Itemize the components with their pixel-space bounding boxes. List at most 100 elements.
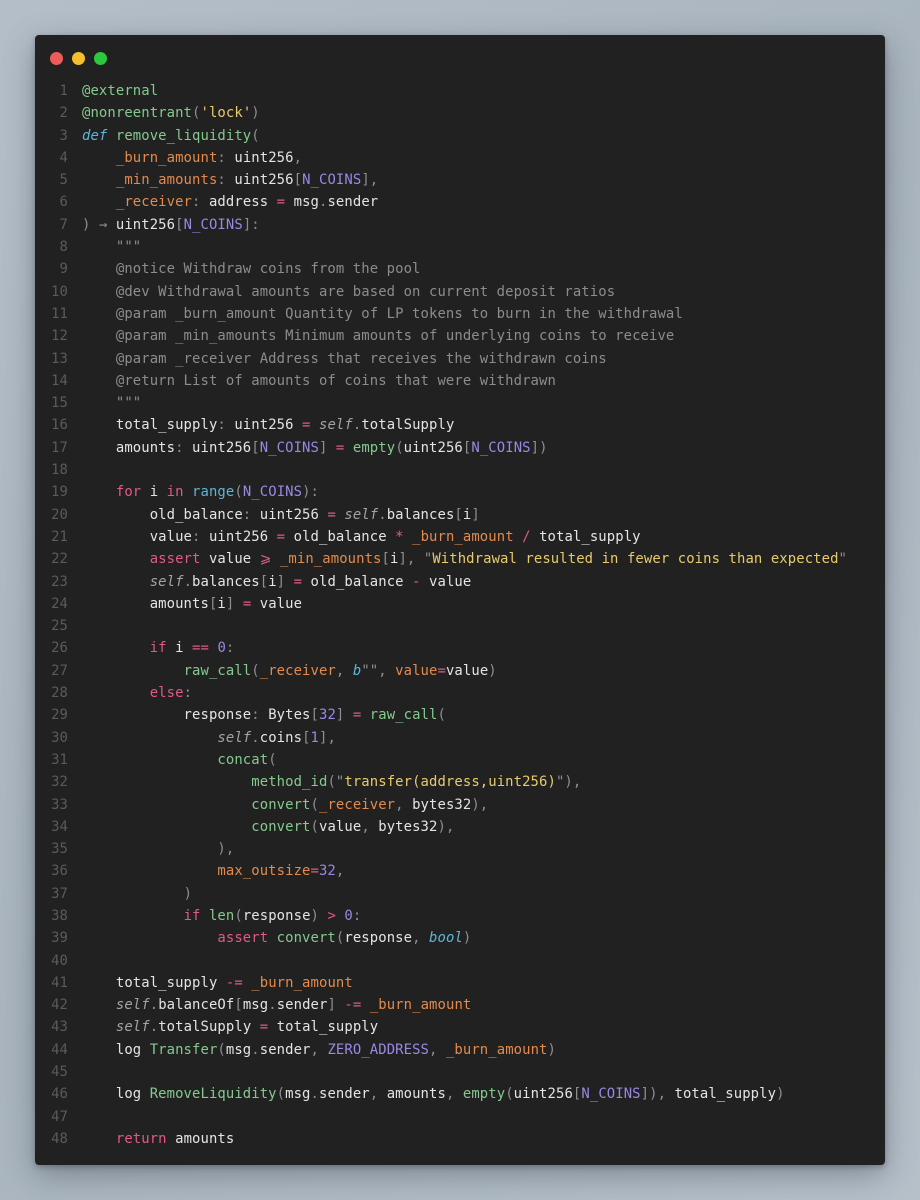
line-text: old_balance: uint256 = self.balances[i] [68,504,480,526]
code-token-punc: ) [183,885,193,902]
code-token-const: ZERO_ADDRESS [327,1041,430,1058]
code-token-plain: uint256 [225,417,303,434]
line-text: ) → uint256[N_COINS]: [68,214,260,236]
code-line: 13 @param _receiver Address that receive… [35,348,885,370]
code-token-punc: ( [505,1086,514,1103]
code-token-fn: len [208,907,235,924]
code-token-plain: sender [259,1041,311,1058]
code-line: 41 total_supply -= _burn_amount [35,972,885,994]
code-token-fn: raw_call [369,707,438,724]
code-line: 1 @external [35,80,885,102]
code-token-punc: ( [251,127,260,144]
code-token-punc: : [242,506,252,523]
code-token-kw: if [183,907,201,924]
line-number: 2 [59,105,68,122]
line-number: 31 [51,751,68,768]
line-text: total_supply -= _burn_amount [68,972,353,994]
line-number: 23 [51,573,68,590]
line-number: 3 [59,127,68,144]
line-text: self.coins[1], [68,727,336,749]
code-token-def_plain: range [192,484,235,501]
code-token-op: = [276,194,286,211]
line-number: 9 [59,261,68,278]
line-number: 32 [51,774,68,791]
line-text: @dev Withdrawal amounts are based on cur… [68,281,615,303]
code-token-punc: : [217,417,226,434]
code-token-const: N_COINS [581,1086,641,1103]
code-token-const: N_COINS [242,484,303,501]
code-token-punc: . [183,573,193,590]
code-token-punc: , [369,1086,379,1103]
code-token-punc: [ [251,439,260,456]
code-token-plain: i [268,573,277,590]
line-number: 19 [51,484,68,501]
line-number: 39 [51,930,68,947]
line-number: 8 [59,239,68,256]
code-token-def: def [82,127,108,144]
code-token-plain: total_supply [82,974,226,991]
code-token-punc: : [225,640,235,657]
code-line: 32 method_id("transfer(address,uint256)"… [35,771,885,793]
maximize-button[interactable] [94,52,107,65]
code-token-plain: uint256 [403,439,463,456]
code-token-plain: i [217,595,226,612]
line-number: 47 [51,1108,68,1125]
code-token-self: self [217,729,252,746]
code-token-kw: assert [149,551,201,568]
code-line: 47 [35,1106,885,1128]
code-token-punc: [ [310,707,319,724]
line-number: 29 [51,707,68,724]
code-token-punc: : [217,172,226,189]
close-button[interactable] [50,52,63,65]
code-token-punc: : [192,194,201,211]
code-token-punc: : [217,149,226,166]
line-number: 33 [51,796,68,813]
code-token-fn: Transfer [149,1041,218,1058]
code-token-param: _min_amounts [279,551,382,568]
code-token-punc: "), [555,774,582,791]
line-text: @notice Withdraw coins from the pool [68,258,421,280]
code-token-punc: ]) [530,439,548,456]
line-text: concat( [68,749,277,771]
code-token-op: = [437,662,446,679]
code-token-str: transfer(address,uint256) [344,774,556,791]
code-line: 36 max_outsize=32, [35,860,885,882]
line-text: @param _burn_amount Quantity of LP token… [68,303,683,325]
line-number: 17 [51,439,68,456]
code-window: 1 @external 2 @nonreentrant('lock') 3 def rem… [35,35,885,1165]
code-token-com: @return List of amounts of coins that we… [82,372,556,389]
line-number: 20 [51,506,68,523]
minimize-button[interactable] [72,52,85,65]
code-token-param: _receiver [259,662,336,679]
line-text: @nonreentrant('lock') [68,102,260,124]
code-line: 40 [35,950,885,972]
line-number: 11 [51,305,68,322]
line-text: assert value ⩾ _min_amounts[i], "Withdra… [68,548,847,570]
code-token-punc: , [310,1041,319,1058]
code-line: 3 def remove_liquidity( [35,125,885,147]
line-text [68,615,82,637]
line-number: 13 [51,350,68,367]
code-token-punc: [ [259,573,269,590]
code-token-op: ⩾ [259,551,272,568]
code-line: 37 ) [35,883,885,905]
code-token-plain: msg [242,997,269,1014]
line-text: self.balances[i] = old_balance - value [68,571,472,593]
code-token-str: Withdrawal resulted in fewer coins than … [432,551,839,568]
code-token-fn: RemoveLiquidity [149,1086,277,1103]
line-number: 1 [59,83,68,99]
code-token-fn: empty [462,1086,506,1103]
line-text: self.totalSupply = total_supply [68,1016,378,1038]
code-token-fn: convert [276,930,336,947]
